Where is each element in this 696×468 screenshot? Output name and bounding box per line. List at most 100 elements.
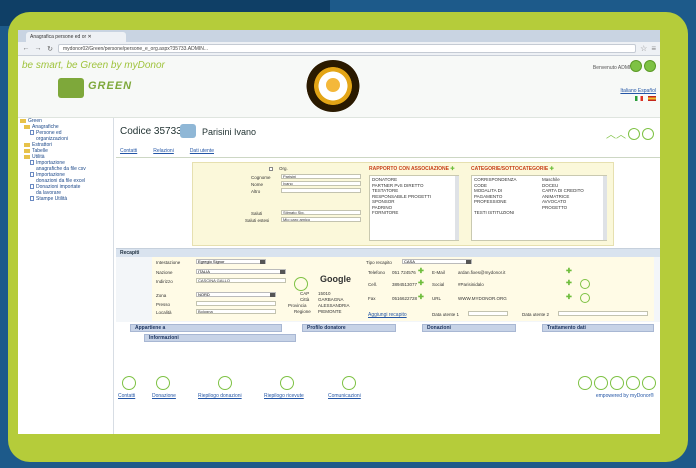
language-links[interactable]: Italiano Español [620,88,656,94]
add-rapporto-icon[interactable]: ✚ [450,166,454,172]
add-telefono-icon[interactable]: ✚ [418,267,424,275]
bookmark-star-icon[interactable]: ☆ [640,44,647,53]
presso-label: Presso [156,302,171,307]
data-utente2-field[interactable] [558,311,648,316]
add-cell-icon[interactable]: ✚ [418,279,424,287]
rapporto-list[interactable]: DONATORE PARTNER PvS DIRETTO TESTATORE R… [369,175,459,241]
cognome-field[interactable]: Parisini [281,174,361,179]
categorie-scrollbar[interactable] [603,176,607,240]
add-categoria-icon[interactable]: ✚ [550,166,554,172]
add-circle-icon[interactable] [628,127,640,140]
logout-icon[interactable] [644,60,656,72]
donazione-link[interactable]: Donazione [152,393,176,399]
fax-label: Fax [368,296,376,301]
url-value: WWW.MYDONOR.ORG [458,296,507,301]
flag-spain-icon[interactable] [648,96,656,101]
tab-contatti[interactable]: Contatti [120,148,137,157]
open-social-icon[interactable] [580,279,590,289]
riepilogo-donazioni-link[interactable]: Riepilogo donazioni [198,393,242,399]
cancel-icon[interactable] [578,376,592,390]
comunicazioni-icon[interactable] [342,376,356,390]
new-record-icon[interactable] [610,376,624,390]
back-icon[interactable]: ← [22,45,30,52]
telefono-label: Telefono [368,270,386,275]
emblem-hand-icon [326,78,340,92]
footer-actions: Contatti Donazione Riepilogo donazioni R… [116,376,660,406]
localita-label: Località [156,310,172,315]
saluti-estesi-label: Saluti estesi [245,218,270,223]
org-checkbox[interactable] [269,167,273,171]
add-fax-icon[interactable]: ✚ [418,293,424,301]
home-icon[interactable] [630,60,642,72]
riepilogo-donazioni-icon[interactable] [218,376,232,390]
filter-appartiene[interactable]: Appartiene a [130,324,282,332]
dropdown-arrow-icon [466,260,471,264]
person-name: Parisini Ivano [202,127,257,137]
presso-field[interactable] [196,301,276,306]
powered-by: empowered by myDonor® [595,393,654,399]
categorie-list[interactable]: CORRISPONDENZA CODE MODALITA DI PAGAMENT… [471,175,607,241]
riepilogo-ricevute-link[interactable]: Riepilogo ricevute [264,393,304,399]
altro-field[interactable] [281,188,361,193]
riepilogo-ricevute-icon[interactable] [280,376,294,390]
intestazione-select[interactable]: Egregio Signor [196,259,266,264]
nazione-select[interactable]: ITALIA [196,269,286,274]
indirizzo-field[interactable]: CASCINA GALLO [196,278,286,283]
google-logo[interactable]: Google [320,274,351,284]
app-header: be smart, be Green by myDonor GREEN Benv… [18,56,660,118]
saluti-estesi-field[interactable]: Mio caro amico [281,217,361,222]
save-circle-icon[interactable] [642,127,654,140]
open-url-icon[interactable] [580,293,590,303]
welcome-text: Benvenuto ADMIN [592,65,634,71]
close-icon[interactable] [642,376,656,390]
add-url-icon[interactable]: ✚ [566,293,572,301]
filter-donazioni[interactable]: Donazioni [422,324,516,332]
document-icon [30,172,34,178]
menu-icon[interactable]: ≡ [651,44,656,53]
tipo-recapito-select[interactable]: CASA [402,259,472,264]
rapporto-scrollbar[interactable] [455,176,459,240]
info-icon[interactable] [626,376,640,390]
save-icon[interactable] [594,376,608,390]
tab-relazioni[interactable]: Relazioni [153,148,174,157]
regione-label: Regione [294,309,311,314]
fax-value: 0516622728 [392,296,418,301]
tree-item[interactable]: Stampe Utilità [18,196,113,202]
email-value: ardan.fixes@mydonor.it [458,270,506,275]
data-utente1-label: Data utente 1 [432,312,460,317]
categorie-title: CATEGORIE/SOTTOCATEGORIE ✚ [471,166,554,172]
donazione-icon[interactable] [156,376,170,390]
contatti-link[interactable]: Contatti [118,393,135,399]
flag-italy-icon[interactable] [635,96,643,101]
nome-field[interactable]: Ivano [281,181,361,186]
social-label: Social [432,282,445,287]
comunicazioni-link[interactable]: Comunicazioni [328,393,361,399]
url-input[interactable]: mydonor02/Green/persone/persone_e_org.as… [58,44,637,53]
saluti-field[interactable]: Stimato Sig. [281,210,361,215]
folder-icon [24,142,30,147]
filter-informazioni[interactable]: Informazioni [144,334,296,342]
intestazione-label: Intestazione [156,260,181,265]
record-code: Codice 35733 [120,126,182,137]
record-subnav: Contatti Relazioni Dati utente [116,148,660,158]
data-utente1-field[interactable] [468,311,508,316]
filter-profilo[interactable]: Profilo donatore [302,324,396,332]
browser-tab[interactable]: Anagrafica persone ed or ✕ [26,32,126,42]
zona-select[interactable]: NORD [196,292,276,297]
recapiti-section: Recapiti Intestazione Egregio Signor Naz… [116,248,660,322]
geolocate-icon[interactable] [294,277,308,291]
reload-icon[interactable]: ↻ [46,45,54,53]
aggiungi-recapito-link[interactable]: Aggiungi recapito [368,312,407,318]
filter-trattamento[interactable]: Trattamento dati [542,324,654,332]
contatti-icon[interactable] [122,376,136,390]
dropdown-arrow-icon [270,293,275,297]
regione-value: PIEMONTE [318,309,342,314]
url-label: URL [432,296,442,301]
localita-field[interactable]: Bologna [196,309,276,314]
tab-dati-utente[interactable]: Dati utente [190,148,214,157]
dropdown-arrow-icon [260,260,265,264]
forward-icon[interactable]: → [34,45,42,52]
add-social-icon[interactable]: ✚ [566,279,572,287]
add-email-icon[interactable]: ✚ [566,267,572,275]
collapse-icon[interactable]: ︿︿ [606,126,626,141]
